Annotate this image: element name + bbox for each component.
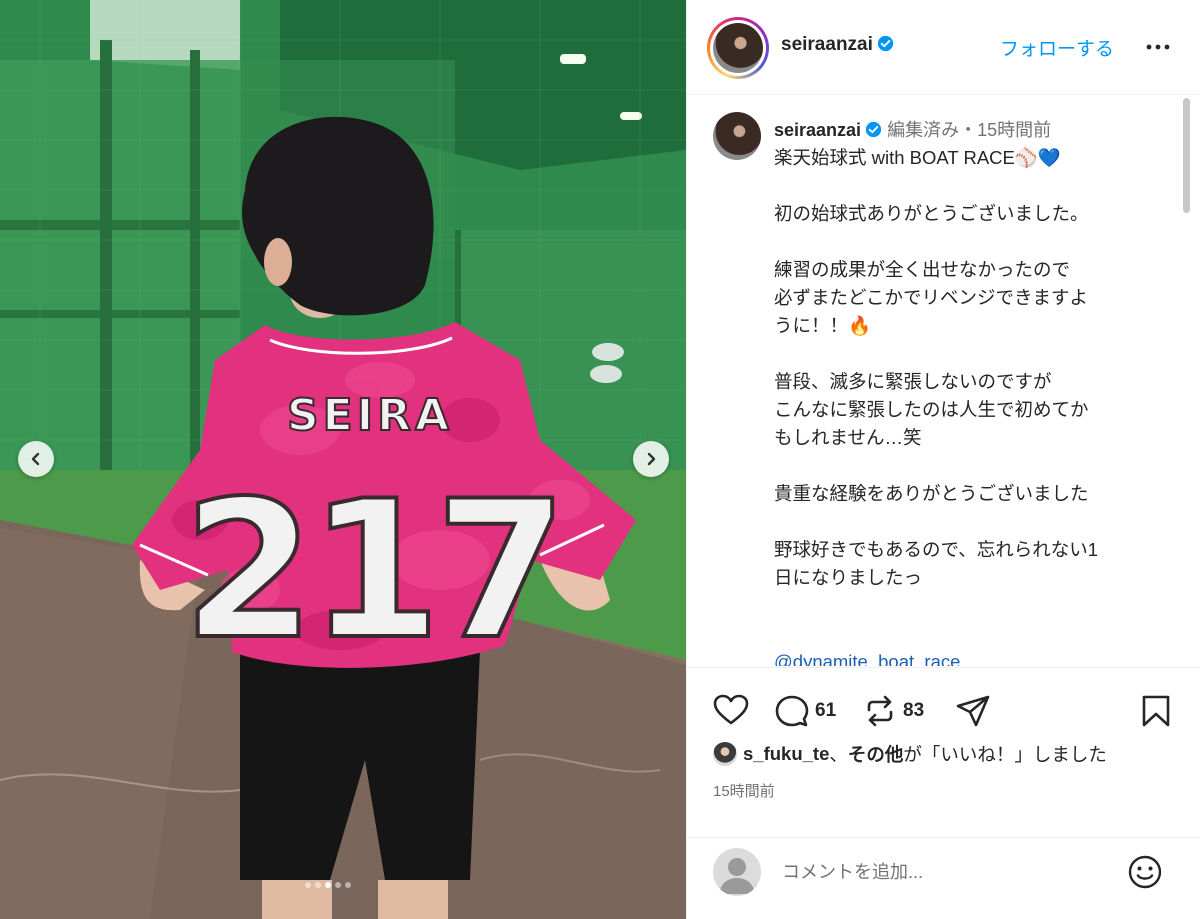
like-button[interactable] [713, 694, 749, 726]
jersey-name: SEIRA [287, 390, 453, 441]
verified-badge-icon [877, 35, 894, 52]
likes-others-link[interactable]: その他 [848, 741, 904, 767]
caption-area: seiraanzai 編集済み・15時間前 楽天始球式 with BOAT RA… [687, 96, 1187, 666]
post-header: seiraanzai フォローする [687, 0, 1200, 95]
carousel-dot [345, 882, 351, 888]
caption-line: 初の始球式ありがとうございました。 [774, 203, 1089, 224]
current-user-avatar [713, 848, 761, 896]
caption-line: もしれません…笑 [774, 427, 922, 448]
verified-badge-icon [865, 121, 882, 138]
carousel-dots [305, 882, 351, 888]
post-timestamp[interactable]: 15時間前 [713, 780, 775, 801]
liker-username[interactable]: s_fuku_te [743, 743, 829, 765]
caption-line: 練習の成果が全く出せなかったので [774, 259, 1071, 280]
carousel-dot [325, 882, 331, 888]
likes-summary[interactable]: s_fuku_te、その他 が「いいね！」しました [713, 741, 1107, 767]
liker-avatar[interactable] [713, 742, 737, 766]
likes-separator: 、 [829, 744, 848, 765]
more-horizontal-icon [1146, 44, 1170, 50]
caption-line: 貴重な経験をありがとうございました [774, 483, 1089, 504]
caption-mention-link[interactable]: @dynamite_boat_race [774, 648, 1154, 666]
repost-icon [867, 695, 893, 727]
likes-suffix: が「いいね！」しました [903, 744, 1107, 765]
caption-line [774, 228, 1154, 256]
chevron-left-icon [31, 452, 40, 466]
caption-line: 日になりましたっ [774, 567, 923, 588]
comment-count: 61 [815, 700, 837, 721]
save-button[interactable] [1141, 694, 1171, 728]
emoji-smile-icon [1128, 855, 1162, 889]
caption-line: うに！！🔥 [774, 315, 872, 336]
carousel-next-button[interactable] [633, 441, 669, 477]
share-button[interactable] [955, 694, 991, 728]
caption-line [774, 340, 1154, 368]
comment-icon [775, 695, 809, 727]
caption-line [774, 592, 1154, 620]
caption-line [774, 620, 1154, 648]
caption-scrollbar[interactable] [1183, 98, 1190, 213]
carousel-prev-button[interactable] [18, 441, 54, 477]
caption-line [774, 508, 1154, 536]
repost-count: 83 [903, 700, 925, 721]
carousel-dot [335, 882, 341, 888]
caption-line: 楽天始球式 with BOAT RACE⚾💙 [774, 147, 1061, 168]
post-actions: 61 83 s_fuku_te、その他 が「いいね！」しました 15時間前 [687, 667, 1200, 837]
header-username[interactable]: seiraanzai [781, 34, 873, 55]
repost-button[interactable]: 83 [863, 694, 924, 728]
header-username-wrap: seiraanzai [781, 34, 894, 56]
follow-button[interactable]: フォローする [1000, 34, 1114, 61]
avatar [713, 23, 763, 73]
caption-meta: 編集済み・15時間前 [887, 120, 1052, 140]
story-ring-avatar[interactable] [707, 17, 769, 79]
jersey-lettering: SEIRA 217 [181, 389, 570, 683]
caption-line [774, 452, 1154, 480]
comment-composer [687, 837, 1200, 919]
caption-line: 必ずまたどこかでリベンジできますよ [774, 287, 1088, 308]
emoji-button[interactable] [1127, 854, 1163, 895]
caption-header: seiraanzai 編集済み・15時間前 [774, 116, 1051, 142]
caption-line: こんなに緊張したのは人生で初めてか [774, 399, 1089, 420]
post-side-panel: seiraanzai フォローする seiraanzai 編集済み・15時間前 … [686, 0, 1200, 919]
caption-text: 楽天始球式 with BOAT RACE⚾💙 初の始球式ありがとうございました。… [774, 144, 1154, 666]
post-photo[interactable]: SEIRA 217 [0, 0, 686, 919]
caption-avatar[interactable] [713, 112, 761, 160]
jersey-number: 217 [183, 460, 562, 681]
heart-icon [713, 694, 749, 725]
caption-username[interactable]: seiraanzai [774, 120, 861, 140]
caption-line: 普段、滅多に緊張しないのですが [774, 371, 1052, 392]
bookmark-icon [1142, 695, 1170, 727]
carousel-dot [315, 882, 321, 888]
share-icon [956, 695, 990, 727]
chevron-right-icon [647, 452, 656, 466]
caption-line: 野球好きでもあるので、忘れられない1 [774, 539, 1099, 560]
default-user-icon [719, 858, 755, 894]
comment-button[interactable]: 61 [775, 694, 836, 728]
carousel-dot [305, 882, 311, 888]
comment-input[interactable] [782, 858, 1102, 886]
caption-line [774, 172, 1154, 200]
more-options-button[interactable] [1145, 34, 1171, 65]
